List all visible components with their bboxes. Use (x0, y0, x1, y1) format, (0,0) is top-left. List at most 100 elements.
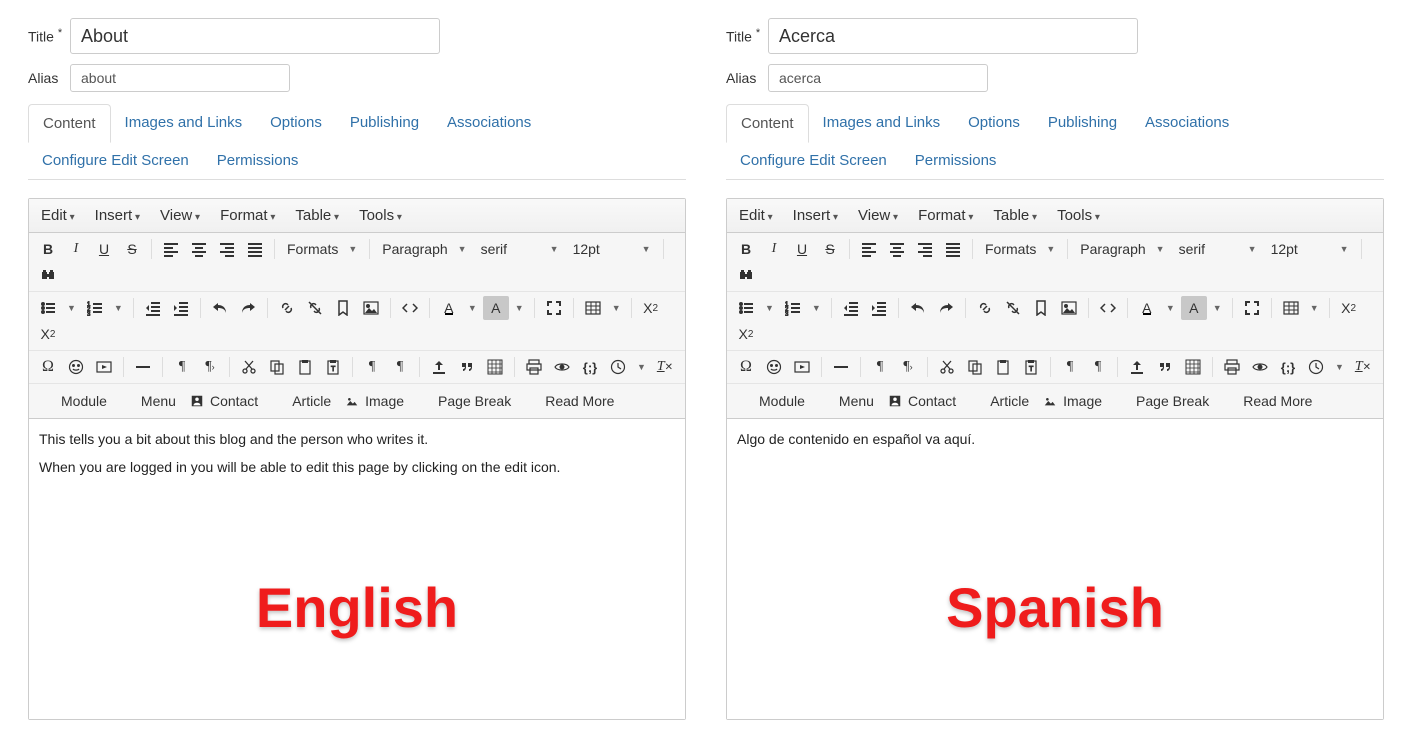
code-sample-button[interactable]: {;} (1275, 355, 1301, 379)
strike-button[interactable]: S (817, 237, 843, 261)
tab-configure-edit-screen[interactable]: Configure Edit Screen (28, 142, 203, 179)
blockquote-button[interactable] (454, 355, 480, 379)
title-input[interactable] (70, 18, 440, 54)
insert-pagebreak-button[interactable]: Page Break (1110, 388, 1215, 414)
tab-content[interactable]: Content (726, 104, 809, 143)
indent-button[interactable] (866, 296, 892, 320)
superscript-button[interactable]: X2 (35, 322, 61, 346)
table-button[interactable] (580, 296, 606, 320)
fontfamily-select[interactable]: serif▼ (1173, 237, 1263, 261)
preview-button[interactable] (1247, 355, 1273, 379)
insert-module-button[interactable]: Module (733, 388, 811, 414)
redo-button[interactable] (235, 296, 261, 320)
insert-article-button[interactable]: Article (266, 388, 337, 414)
align-right-button[interactable] (214, 237, 240, 261)
media-button[interactable] (91, 355, 117, 379)
ltr-button[interactable]: ¶ (169, 355, 195, 379)
bold-button[interactable]: B (733, 237, 759, 261)
insert-image-button[interactable] (358, 296, 384, 320)
menu-tools[interactable]: Tools (1057, 207, 1100, 224)
insert-menu-button[interactable]: Menu (115, 388, 182, 414)
insert-date-button[interactable] (605, 355, 631, 379)
emoji-button[interactable] (761, 355, 787, 379)
insert-contact-button[interactable]: Contact (882, 388, 962, 414)
undo-button[interactable] (207, 296, 233, 320)
tab-images-and-links[interactable]: Images and Links (809, 104, 955, 142)
align-right-button[interactable] (912, 237, 938, 261)
block-select[interactable]: Paragraph▼ (1074, 237, 1170, 261)
dropdown-caret[interactable]: ▼ (464, 296, 481, 320)
menu-insert[interactable]: Insert (793, 207, 838, 224)
align-left-button[interactable] (158, 237, 184, 261)
insert-pagebreak-button[interactable]: Page Break (412, 388, 517, 414)
redo-button[interactable] (933, 296, 959, 320)
dropdown-caret[interactable]: ▼ (761, 296, 778, 320)
align-justify-button[interactable] (940, 237, 966, 261)
unlink-button[interactable] (302, 296, 328, 320)
tab-options[interactable]: Options (954, 104, 1034, 142)
underline-button[interactable]: U (91, 237, 117, 261)
tab-content[interactable]: Content (28, 104, 111, 143)
clear-formatting-button[interactable]: T✕ (1350, 355, 1376, 379)
dropdown-caret[interactable]: ▼ (1306, 296, 1323, 320)
rtl-button[interactable]: ¶› (895, 355, 921, 379)
code-sample-button[interactable]: {;} (577, 355, 603, 379)
dropdown-caret[interactable]: ▼ (511, 296, 528, 320)
paste-button[interactable] (990, 355, 1016, 379)
visual-chars-button[interactable]: ¶ (387, 355, 413, 379)
find-replace-button[interactable] (733, 263, 759, 287)
text-color-button[interactable]: A (1134, 296, 1160, 320)
insert-menu-button[interactable]: Menu (813, 388, 880, 414)
menu-tools[interactable]: Tools (359, 207, 402, 224)
formats-select[interactable]: Formats▼ (979, 237, 1061, 261)
menu-table[interactable]: Table (295, 207, 339, 224)
cut-button[interactable] (236, 355, 262, 379)
menu-edit[interactable]: Edit (739, 207, 773, 224)
background-color-button[interactable]: A (1181, 296, 1207, 320)
underline-button[interactable]: U (789, 237, 815, 261)
rtl-button[interactable]: ¶› (197, 355, 223, 379)
dropdown-caret[interactable]: ▼ (608, 296, 625, 320)
print-button[interactable] (1219, 355, 1245, 379)
print-button[interactable] (521, 355, 547, 379)
tab-publishing[interactable]: Publishing (336, 104, 433, 142)
align-center-button[interactable] (884, 237, 910, 261)
align-justify-button[interactable] (242, 237, 268, 261)
tab-images-and-links[interactable]: Images and Links (111, 104, 257, 142)
blockquote-button[interactable] (1152, 355, 1178, 379)
fullscreen-button[interactable] (541, 296, 567, 320)
paste-text-button[interactable]: T (1018, 355, 1044, 379)
show-blocks-button[interactable]: ¶ (359, 355, 385, 379)
dropdown-caret[interactable]: ▼ (808, 296, 825, 320)
text-color-button[interactable]: A (436, 296, 462, 320)
number-list-button[interactable]: 123 (82, 296, 108, 320)
bullet-list-button[interactable] (35, 296, 61, 320)
italic-button[interactable]: I (761, 237, 787, 261)
bold-button[interactable]: B (35, 237, 61, 261)
dropdown-caret[interactable]: ▼ (633, 355, 650, 379)
menu-view[interactable]: View (160, 207, 200, 224)
dropdown-caret[interactable]: ▼ (1162, 296, 1179, 320)
subscript-button[interactable]: X2 (1336, 296, 1362, 320)
insert-readmore-button[interactable]: Read More (519, 388, 620, 414)
undo-button[interactable] (905, 296, 931, 320)
tab-associations[interactable]: Associations (1131, 104, 1243, 142)
dropdown-caret[interactable]: ▼ (1209, 296, 1226, 320)
copy-button[interactable] (962, 355, 988, 379)
italic-button[interactable]: I (63, 237, 89, 261)
link-button[interactable] (972, 296, 998, 320)
align-left-button[interactable] (856, 237, 882, 261)
insert-date-button[interactable] (1303, 355, 1329, 379)
block-select[interactable]: Paragraph▼ (376, 237, 472, 261)
subscript-button[interactable]: X2 (638, 296, 664, 320)
alias-input[interactable] (70, 64, 290, 92)
insert-readmore-button[interactable]: Read More (1217, 388, 1318, 414)
ltr-button[interactable]: ¶ (867, 355, 893, 379)
insert-article-button[interactable]: Article (964, 388, 1035, 414)
emoji-button[interactable] (63, 355, 89, 379)
insert-contact-button[interactable]: Contact (184, 388, 264, 414)
strike-button[interactable]: S (119, 237, 145, 261)
content-paragraph[interactable]: This tells you a bit about this blog and… (39, 431, 675, 447)
tab-permissions[interactable]: Permissions (901, 142, 1011, 179)
horizontal-rule-button[interactable] (130, 355, 156, 379)
